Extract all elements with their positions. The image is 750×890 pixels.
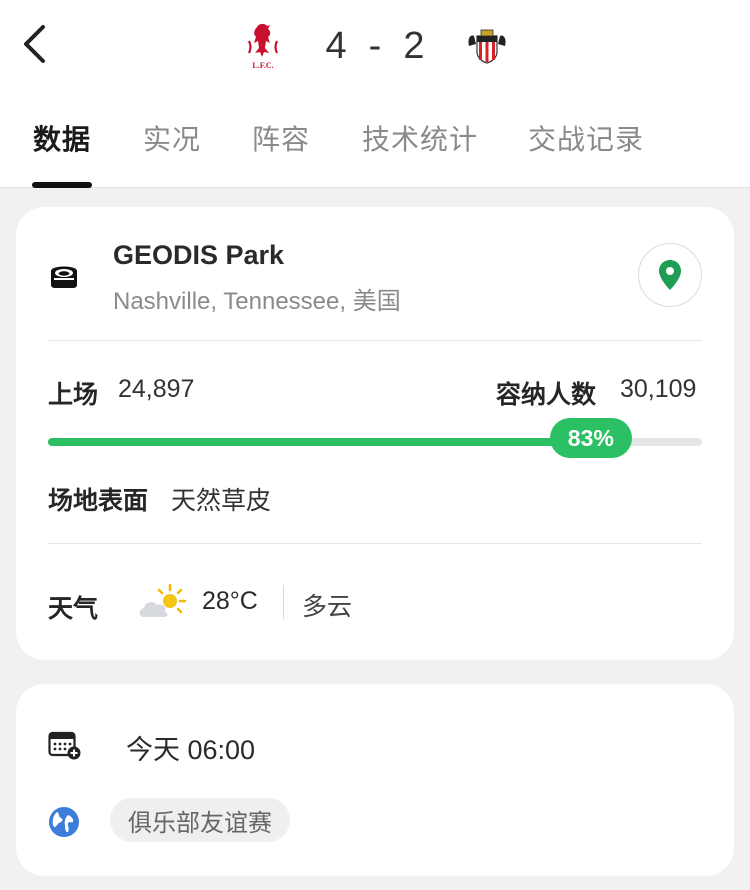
surface-label: 场地表面 xyxy=(48,486,149,515)
schedule-card: 今天 06:00 俱乐部友谊赛 xyxy=(16,684,734,876)
competition-chip[interactable]: 俱乐部友谊赛 xyxy=(110,798,290,842)
map-pin-icon xyxy=(659,260,681,290)
capacity-label: 容纳人数 xyxy=(496,380,597,409)
weather-label: 天气 xyxy=(48,594,99,623)
tab-head-to-head[interactable]: 交战记录 xyxy=(528,118,644,158)
away-score: 2 xyxy=(403,24,425,67)
divider xyxy=(48,340,702,341)
liverpool-crest-icon: L.F.C. xyxy=(247,23,278,70)
partly-cloudy-icon xyxy=(139,583,187,617)
score: 4 - 2 xyxy=(326,25,425,68)
weather-temperature: 28°C xyxy=(202,587,258,615)
weather-separator xyxy=(283,585,284,619)
away-team-crest[interactable] xyxy=(464,21,510,71)
divider xyxy=(48,543,702,544)
attendance-value: 24,897 xyxy=(118,375,195,403)
scorebar: L.F.C. 4 - 2 xyxy=(0,14,750,78)
attendance-label: 上场 xyxy=(48,380,99,409)
score-separator: - xyxy=(368,24,382,67)
tab-live[interactable]: 实况 xyxy=(143,118,201,158)
calendar-add-icon xyxy=(48,731,81,760)
home-crest-text: L.F.C. xyxy=(252,61,273,70)
attendance-percent-badge: 83% xyxy=(549,418,632,458)
tab-bar: 数据 实况 阵容 技术统计 交战记录 xyxy=(0,106,750,188)
surface-value: 天然草皮 xyxy=(171,487,272,515)
home-team-crest[interactable]: L.F.C. xyxy=(240,21,286,71)
match-header: L.F.C. 4 - 2 数据 实况 阵容 技术统计 交战记录 xyxy=(0,0,750,188)
weather-description: 多云 xyxy=(302,592,353,621)
tab-data[interactable]: 数据 xyxy=(33,118,91,158)
tab-stats[interactable]: 技术统计 xyxy=(362,118,478,158)
venue-name: GEODIS Park xyxy=(113,240,285,270)
sunderland-crest-icon xyxy=(468,29,507,64)
venue-card: GEODIS Park Nashville, Tennessee, 美国 上场 … xyxy=(16,207,734,660)
venue-location: Nashville, Tennessee, 美国 xyxy=(113,288,401,315)
map-button[interactable] xyxy=(638,243,702,307)
tab-lineup[interactable]: 阵容 xyxy=(252,118,310,158)
capacity-value: 30,109 xyxy=(620,375,697,403)
attendance-progress-fill xyxy=(48,438,591,446)
active-tab-indicator xyxy=(32,182,92,188)
stadium-icon xyxy=(51,266,77,288)
match-time: 今天 06:00 xyxy=(126,735,256,765)
attendance-progress-bar: 83% xyxy=(48,418,702,458)
home-score: 4 xyxy=(325,24,347,67)
globe-icon xyxy=(49,807,79,837)
